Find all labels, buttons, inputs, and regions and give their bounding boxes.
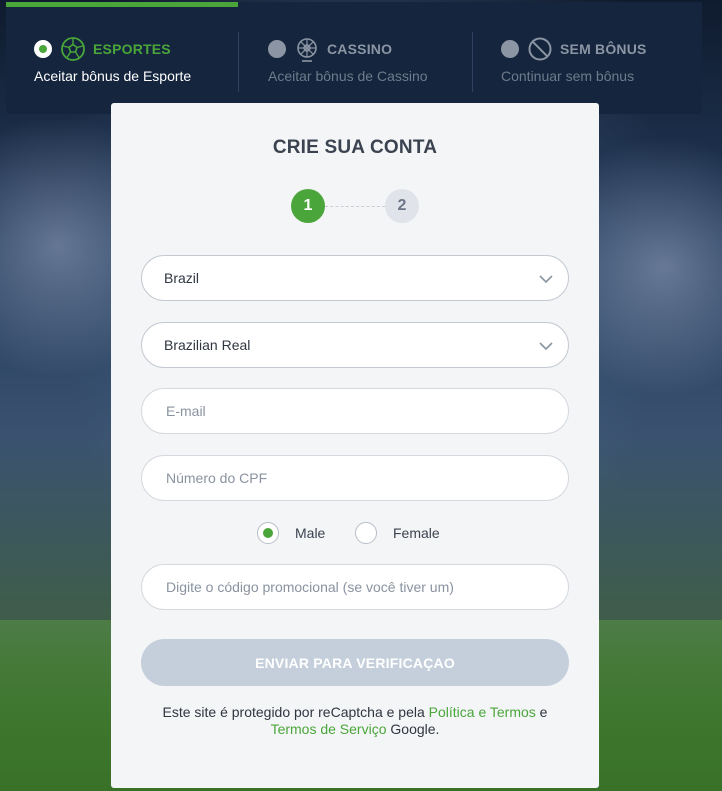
bonus-tab-subtitle: Continuar sem bônus — [501, 68, 635, 84]
bonus-tab-title: SEM BÔNUS — [560, 41, 647, 57]
bonus-tab-subtitle: Aceitar bônus de Cassino — [268, 68, 428, 84]
promo-field-wrapper — [141, 564, 569, 610]
page-title: CRIE SUA CONTA — [272, 137, 438, 158]
bonus-radio-no-bonus[interactable] — [501, 40, 519, 58]
bonus-tab-title: CASSINO — [327, 41, 393, 57]
registration-card: CRIE SUA CONTA 1 2 Brazil Brazilian Real… — [111, 103, 599, 788]
recaptcha-notice: Este site é protegido por reCaptcha e pe… — [141, 704, 569, 738]
cpf-field[interactable] — [164, 469, 548, 487]
bonus-selector: ESPORTES Aceitar bônus de Esporte CASSIN… — [6, 2, 702, 114]
chevron-down-icon — [539, 342, 553, 351]
country-value: Brazil — [164, 270, 200, 286]
currency-value: Brazilian Real — [164, 337, 251, 353]
currency-select[interactable]: Brazilian Real — [141, 322, 569, 368]
cpf-field-wrapper — [141, 455, 569, 501]
privacy-policy-link[interactable]: Política e Termos — [429, 704, 536, 720]
email-field-wrapper — [141, 388, 569, 434]
no-bonus-icon — [528, 37, 552, 61]
gender-label-male: Male — [295, 525, 326, 541]
tab-divider — [472, 32, 473, 92]
chevron-down-icon — [539, 275, 553, 284]
bonus-tab-subtitle: Aceitar bônus de Esporte — [34, 68, 192, 84]
bonus-radio-sports[interactable] — [34, 40, 52, 58]
step-indicator-1: 1 — [291, 189, 325, 223]
submit-verification-button[interactable]: ENVIAR PARA VERIFICAÇAO — [141, 639, 569, 686]
terms-of-service-link[interactable]: Termos de Serviço — [271, 721, 387, 737]
tab-divider — [238, 32, 239, 92]
bonus-tab-sports[interactable]: ESPORTES Aceitar bônus de Esporte — [34, 32, 234, 94]
legal-text-1: Este site é protegido por reCaptcha e pe… — [162, 704, 429, 720]
step-connector — [325, 206, 385, 207]
country-select[interactable]: Brazil — [141, 255, 569, 301]
gender-label-female: Female — [393, 525, 440, 541]
bonus-progress-bar — [6, 2, 238, 7]
bonus-tab-casino[interactable]: CASSINO Aceitar bônus de Cassino — [268, 32, 468, 94]
gender-option-male[interactable]: Male — [257, 521, 325, 545]
bonus-tab-no-bonus[interactable]: SEM BÔNUS Continuar sem bônus — [501, 32, 701, 94]
step-indicator-2: 2 — [385, 189, 419, 223]
gender-option-female[interactable]: Female — [355, 521, 440, 545]
bonus-radio-casino[interactable] — [268, 40, 286, 58]
soccer-ball-icon — [61, 37, 85, 61]
roulette-icon — [297, 38, 317, 62]
gender-radio-male[interactable] — [257, 522, 279, 544]
legal-text-2: e — [535, 704, 548, 720]
promo-code-field[interactable] — [164, 578, 548, 596]
gender-radio-female[interactable] — [355, 522, 377, 544]
bonus-tab-title: ESPORTES — [93, 41, 171, 57]
legal-text-3: Google. — [386, 721, 440, 737]
email-field[interactable] — [164, 402, 548, 420]
